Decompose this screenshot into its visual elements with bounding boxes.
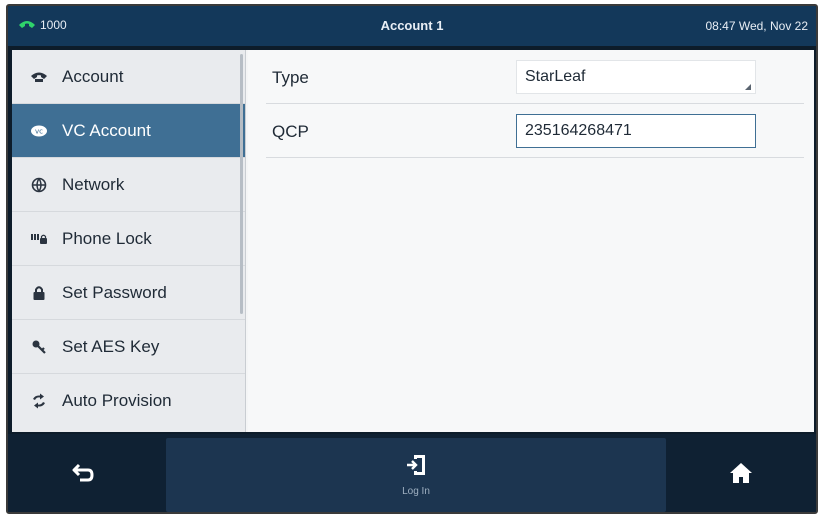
lock-icon	[28, 284, 50, 302]
clock: 08:47 Wed, Nov 22	[705, 19, 808, 33]
sidebar-scrollbar[interactable]	[240, 54, 243, 314]
login-button[interactable]: Log In	[166, 438, 666, 512]
screen-title: Account 1	[380, 18, 444, 33]
main-area: Account vc VC Account Network Phone Lock	[12, 50, 814, 432]
sidebar-item-label: Set Password	[62, 282, 167, 302]
type-label: Type	[272, 68, 309, 87]
sidebar: Account vc VC Account Network Phone Lock	[12, 50, 246, 432]
refresh-icon	[28, 392, 50, 410]
back-icon	[71, 463, 95, 488]
key-icon	[28, 338, 50, 356]
login-icon	[405, 453, 427, 482]
sidebar-item-label: Network	[62, 174, 125, 194]
sidebar-item-vc-account[interactable]: vc VC Account	[12, 104, 245, 158]
svg-text:vc: vc	[35, 127, 43, 135]
qcp-label: QCP	[272, 122, 309, 141]
home-button[interactable]	[666, 438, 816, 512]
sidebar-item-account[interactable]: Account	[12, 50, 245, 104]
phone-icon	[28, 68, 50, 86]
phone-screen: 1000 Account 1 08:47 Wed, Nov 22 Account…	[6, 4, 818, 514]
sidebar-item-label: VC Account	[62, 120, 151, 140]
dropdown-arrow-icon	[745, 84, 751, 90]
sidebar-item-set-aes-key[interactable]: Set AES Key	[12, 320, 245, 374]
qcp-input[interactable]: 235164268471	[516, 114, 756, 148]
type-value: StarLeaf	[525, 68, 586, 85]
home-icon	[729, 462, 753, 489]
network-icon	[28, 176, 50, 194]
sidebar-item-label: Phone Lock	[62, 228, 152, 248]
sidebar-item-phone-lock[interactable]: Phone Lock	[12, 212, 245, 266]
type-select[interactable]: StarLeaf	[516, 60, 756, 94]
qcp-value: 235164268471	[525, 122, 632, 139]
softkey-bar: Log In	[8, 434, 816, 512]
sidebar-item-set-password[interactable]: Set Password	[12, 266, 245, 320]
sidebar-item-auto-provision[interactable]: Auto Provision	[12, 374, 245, 428]
settings-panel: Type StarLeaf QCP 235164268471	[248, 50, 814, 432]
login-label: Log In	[402, 486, 430, 497]
qcp-row: QCP 235164268471	[266, 104, 804, 158]
phone-lock-icon	[28, 230, 50, 248]
status-bar: 1000 Account 1 08:47 Wed, Nov 22	[8, 6, 816, 46]
back-button[interactable]	[8, 438, 158, 512]
sidebar-item-network[interactable]: Network	[12, 158, 245, 212]
sidebar-item-label: Auto Provision	[62, 391, 172, 410]
sidebar-item-label: Account	[62, 66, 124, 86]
type-row: Type StarLeaf	[266, 50, 804, 104]
sidebar-item-label: Set AES Key	[62, 336, 160, 356]
vc-icon: vc	[28, 122, 50, 140]
